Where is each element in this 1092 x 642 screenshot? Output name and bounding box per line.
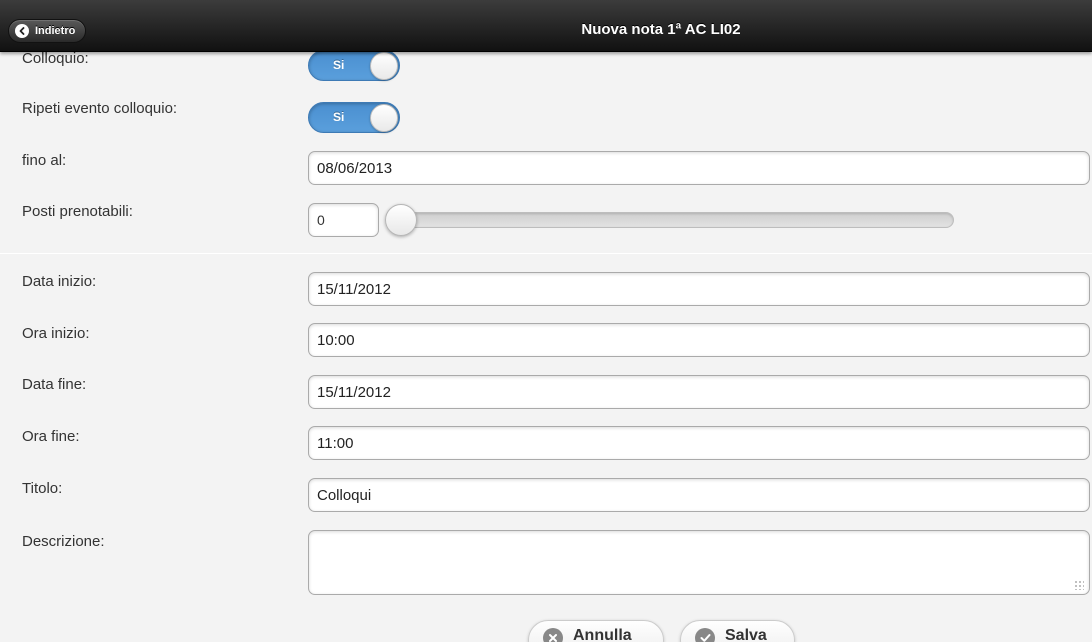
colloquio-label: Colloquio: — [22, 50, 89, 67]
data-inizio-input[interactable]: 15/11/2012 — [308, 272, 1090, 306]
posti-slider-handle[interactable] — [385, 204, 417, 236]
descrizione-textarea[interactable] — [308, 530, 1090, 595]
cancel-button-label: Annulla — [573, 627, 632, 642]
ora-fine-label: Ora fine: — [22, 428, 80, 445]
ripeti-toggle-text: Si — [333, 110, 345, 124]
ripeti-label: Ripeti evento colloquio: — [22, 100, 178, 117]
check-icon — [695, 628, 715, 642]
titolo-input[interactable]: Colloqui — [308, 478, 1090, 512]
descrizione-label: Descrizione: — [22, 533, 105, 550]
colloquio-toggle[interactable]: Si — [308, 50, 400, 81]
toggle-knob — [370, 104, 398, 132]
ripeti-toggle[interactable]: Si — [308, 102, 400, 133]
page: Indietro Nuova nota 1ª AC LI02 Colloquio… — [0, 0, 1092, 642]
page-title: Nuova nota 1ª AC LI02 — [581, 21, 741, 38]
posti-label: Posti prenotabili: — [22, 203, 133, 220]
cancel-icon — [543, 628, 563, 642]
resize-grip-icon[interactable] — [1074, 580, 1084, 590]
ora-fine-input[interactable]: 11:00 — [308, 426, 1090, 460]
colloquio-toggle-text: Si — [333, 58, 345, 72]
cancel-button[interactable]: Annulla — [528, 620, 664, 642]
header-bar: Indietro Nuova nota 1ª AC LI02 — [0, 0, 1092, 52]
section-divider — [0, 253, 1092, 254]
posti-input[interactable]: 0 — [308, 203, 379, 237]
data-fine-label: Data fine: — [22, 376, 87, 393]
data-fine-input[interactable]: 15/11/2012 — [308, 375, 1090, 409]
save-button[interactable]: Salva — [680, 620, 795, 642]
titolo-label: Titolo: — [22, 480, 63, 497]
ora-inizio-label: Ora inizio: — [22, 325, 90, 342]
ora-inizio-input[interactable]: 10:00 — [308, 323, 1090, 357]
fino-al-input[interactable]: 08/06/2013 — [308, 151, 1090, 185]
posti-slider-track[interactable] — [394, 212, 954, 228]
save-button-label: Salva — [725, 627, 767, 642]
fino-al-label: fino al: — [22, 152, 67, 169]
data-inizio-label: Data inizio: — [22, 273, 97, 290]
toggle-knob — [370, 52, 398, 80]
